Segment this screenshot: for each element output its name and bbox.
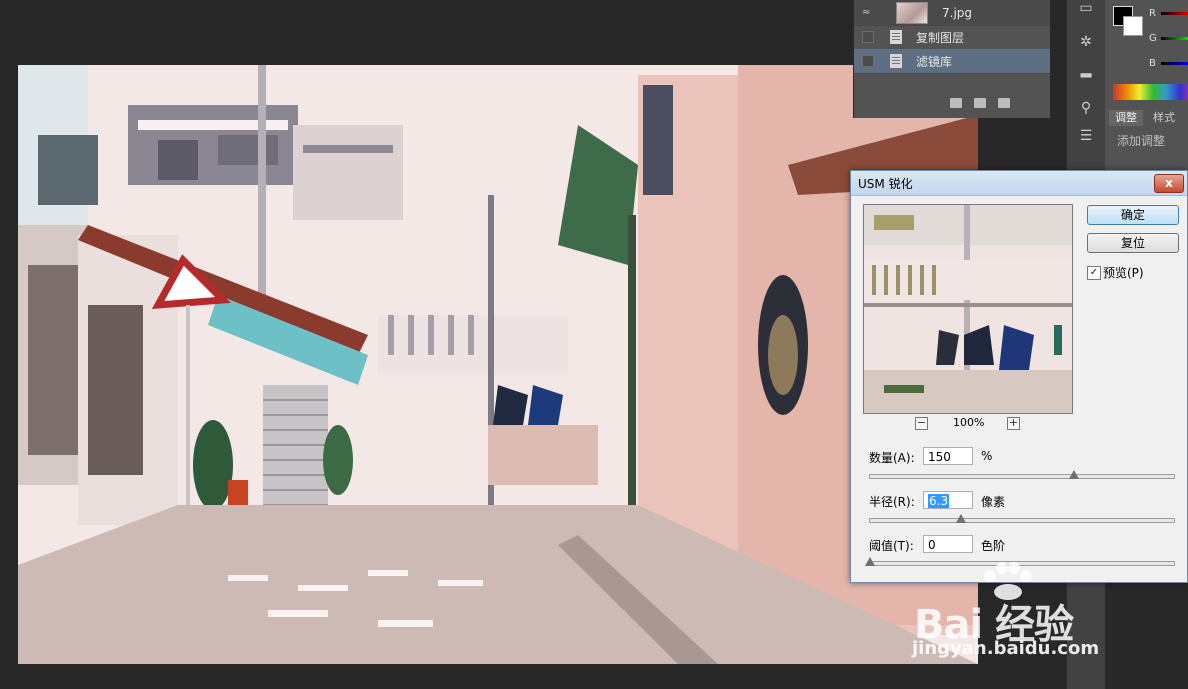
green-slider[interactable]: [1161, 37, 1188, 40]
trash-icon[interactable]: [998, 98, 1010, 108]
dialog-title: USM 锐化: [858, 177, 913, 191]
layer-name: 复制图层: [916, 30, 965, 45]
document-icon: [890, 54, 902, 68]
zoom-out-button[interactable]: −: [915, 417, 928, 430]
visibility-toggle[interactable]: [862, 55, 874, 67]
layer-row-7jpg[interactable]: ≈ 7.jpg: [854, 0, 1050, 26]
color-spectrum[interactable]: [1113, 84, 1188, 100]
camera-icon[interactable]: [974, 98, 986, 108]
amount-input[interactable]: 150: [923, 447, 973, 465]
zoom-level: 100%: [953, 416, 985, 429]
layers-panel: ≈ 7.jpg 复制图层 滤镜库: [853, 0, 1050, 118]
blue-slider[interactable]: [1161, 62, 1188, 65]
radius-label: 半径(R):: [869, 495, 915, 509]
layer-row-copy[interactable]: 复制图层: [854, 25, 1050, 50]
layer-name: 7.jpg: [942, 5, 973, 20]
preview-checkbox-label: 预览(P): [1103, 266, 1144, 280]
filter-fx-icon: ≈: [862, 6, 871, 18]
radius-value: 6.3: [928, 494, 950, 508]
histogram-icon[interactable]: ▂: [1078, 62, 1094, 78]
threshold-input[interactable]: 0: [923, 535, 973, 553]
amount-unit: %: [981, 449, 993, 463]
document-canvas[interactable]: [18, 65, 978, 664]
layer-thumbnail: [896, 1, 928, 24]
channel-label: R: [1149, 8, 1156, 19]
color-panel: R G B: [1105, 0, 1188, 110]
radius-slider-thumb[interactable]: [956, 514, 967, 523]
threshold-unit: 色阶: [981, 539, 1006, 553]
threshold-label: 阈值(T):: [869, 539, 914, 553]
close-button[interactable]: x: [1154, 174, 1184, 193]
dialog-titlebar[interactable]: USM 锐化 x: [851, 171, 1187, 196]
navigator-icon[interactable]: ✲: [1078, 34, 1094, 50]
zoom-in-button[interactable]: +: [1007, 417, 1020, 430]
radius-input[interactable]: 6.3: [923, 491, 973, 509]
visibility-toggle[interactable]: [862, 31, 874, 43]
amount-slider-thumb[interactable]: [1068, 470, 1079, 479]
new-layer-icon[interactable]: [950, 98, 962, 108]
adjustments-panel: 调整 样式 添加调整: [1105, 110, 1188, 170]
red-slider[interactable]: [1161, 12, 1188, 15]
channel-label: G: [1149, 33, 1157, 44]
background-swatch[interactable]: [1123, 16, 1143, 36]
layers-footer: [854, 92, 1050, 114]
threshold-slider-thumb[interactable]: [865, 557, 875, 566]
add-adjustment-label: 添加调整: [1117, 134, 1166, 148]
filter-preview[interactable]: [863, 204, 1073, 414]
radius-unit: 像素: [981, 495, 1006, 509]
preview-checkbox[interactable]: ✓: [1087, 266, 1101, 280]
reset-button[interactable]: 复位: [1087, 233, 1179, 253]
posterized-street-photo: [18, 65, 978, 664]
ok-button[interactable]: 确定: [1087, 205, 1179, 225]
history-icon[interactable]: ▭: [1078, 0, 1094, 16]
channel-label: B: [1149, 58, 1156, 69]
usm-sharpen-dialog: USM 锐化 x − 100% + 确定 复位 ✓ 预览(P) 数量(A): 1…: [850, 170, 1188, 583]
amount-slider-track[interactable]: [869, 470, 1175, 479]
zoom-controls: − 100% +: [863, 416, 1071, 431]
properties-icon[interactable]: ☰: [1078, 128, 1094, 144]
layer-name: 滤镜库: [916, 54, 953, 69]
threshold-slider-track[interactable]: [865, 557, 1175, 566]
preview-image: [864, 205, 1072, 413]
amount-label: 数量(A):: [869, 451, 915, 465]
brush-presets-icon[interactable]: ⚲: [1078, 100, 1094, 116]
tab-adjustments[interactable]: 调整: [1109, 110, 1143, 126]
document-icon: [890, 30, 902, 44]
tab-styles[interactable]: 样式: [1147, 110, 1181, 126]
radius-slider-track[interactable]: [869, 514, 1175, 523]
layer-row-filter-gallery[interactable]: 滤镜库: [854, 49, 1050, 74]
